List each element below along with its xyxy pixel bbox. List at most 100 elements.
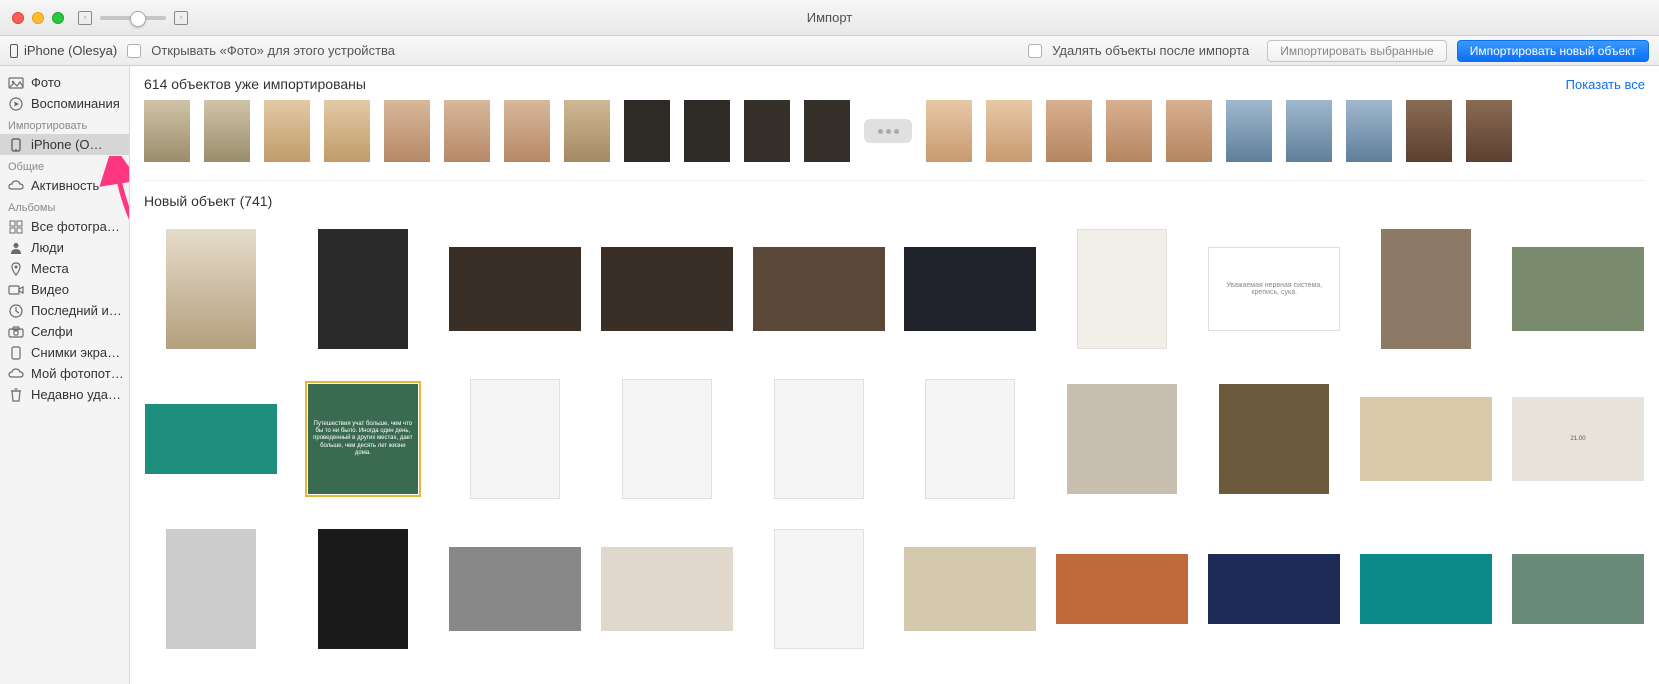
- content-area: 614 объектов уже импортированы Показать …: [130, 66, 1659, 684]
- import-selected-button[interactable]: Импортировать выбранные: [1267, 40, 1447, 62]
- device-icon: [8, 346, 24, 360]
- photo-thumbnail[interactable]: [449, 547, 581, 631]
- photo-thumbnail[interactable]: [384, 100, 430, 162]
- zoom-controls: ▫ ▫: [78, 11, 188, 25]
- photo-thumbnail[interactable]: [904, 247, 1036, 331]
- minimize-icon[interactable]: [32, 12, 44, 24]
- photo-thumbnail[interactable]: [601, 547, 733, 631]
- photo-thumbnail[interactable]: [1056, 554, 1188, 624]
- pin-icon: [8, 262, 24, 276]
- sidebar-item-label: Видео: [31, 282, 69, 297]
- new-objects-title: Новый объект (741): [144, 193, 1645, 209]
- photo-thumbnail[interactable]: [1208, 554, 1340, 624]
- sidebar-item-label: iPhone (O…: [31, 137, 103, 152]
- photo-thumbnail[interactable]: [204, 100, 250, 162]
- photo-thumbnail[interactable]: [264, 100, 310, 162]
- photo-thumbnail[interactable]: [1166, 100, 1212, 162]
- photo-thumbnail[interactable]: [1360, 397, 1492, 481]
- photo-thumbnail[interactable]: [601, 247, 733, 331]
- fullscreen-icon[interactable]: [52, 12, 64, 24]
- photo-thumbnail[interactable]: [753, 247, 885, 331]
- sidebar-item-screenshots[interactable]: Снимки экра…: [0, 342, 129, 363]
- delete-after-checkbox[interactable]: [1028, 44, 1042, 58]
- photo-thumbnail[interactable]: 21.00: [1512, 397, 1644, 481]
- photos-icon: [8, 76, 24, 90]
- photo-thumbnail[interactable]: [1360, 554, 1492, 624]
- sidebar-item-recent[interactable]: Последний и…: [0, 300, 129, 321]
- sidebar-item-selfie[interactable]: Селфи: [0, 321, 129, 342]
- device-label: iPhone (Olesya): [10, 43, 117, 58]
- sidebar-item-photostream[interactable]: Мой фотопот…: [0, 363, 129, 384]
- photo-thumbnail[interactable]: [744, 100, 790, 162]
- photo-thumbnail[interactable]: [449, 247, 581, 331]
- photo-thumbnail[interactable]: Уважаемая нервная система, крепись, сука…: [1208, 247, 1340, 331]
- sidebar-item-label: Фото: [31, 75, 61, 90]
- delete-after-label: Удалять объекты после импорта: [1052, 43, 1249, 58]
- more-ellipsis[interactable]: [864, 119, 912, 143]
- sidebar-item-label: Места: [31, 261, 69, 276]
- show-all-link[interactable]: Показать все: [1566, 77, 1645, 92]
- photo-thumbnail[interactable]: [470, 379, 560, 499]
- photo-thumbnail[interactable]: [1466, 100, 1512, 162]
- sidebar-item-label: Люди: [31, 240, 64, 255]
- photo-thumbnail[interactable]: [504, 100, 550, 162]
- sidebar-item-label: Воспоминания: [31, 96, 120, 111]
- open-photos-label: Открывать «Фото» для этого устройства: [151, 43, 395, 58]
- photo-thumbnail[interactable]: [774, 379, 864, 499]
- sidebar-item-recently-deleted[interactable]: Недавно уда…: [0, 384, 129, 405]
- clock-icon: [8, 304, 24, 318]
- photo-thumbnail[interactable]: [904, 547, 1036, 631]
- photo-thumbnail[interactable]: [166, 529, 256, 649]
- sidebar-item-memories[interactable]: Воспоминания: [0, 93, 129, 114]
- close-icon[interactable]: [12, 12, 24, 24]
- photo-thumbnail[interactable]: [804, 100, 850, 162]
- photo-thumbnail[interactable]: [1219, 384, 1329, 494]
- photo-thumbnail[interactable]: [166, 229, 256, 349]
- sidebar-item-photos[interactable]: Фото: [0, 72, 129, 93]
- photo-thumbnail[interactable]: Путешествия учат больше, чем что бы то н…: [308, 384, 418, 494]
- cloud-icon: [8, 179, 24, 193]
- photo-thumbnail[interactable]: [145, 404, 277, 474]
- photo-thumbnail[interactable]: [684, 100, 730, 162]
- sidebar-item-video[interactable]: Видео: [0, 279, 129, 300]
- trash-icon: [8, 388, 24, 402]
- photo-thumbnail[interactable]: [1226, 100, 1272, 162]
- photo-thumbnail[interactable]: [1106, 100, 1152, 162]
- photo-thumbnail[interactable]: [324, 100, 370, 162]
- window-controls: [0, 12, 64, 24]
- photo-thumbnail[interactable]: [444, 100, 490, 162]
- photo-thumbnail[interactable]: [318, 229, 408, 349]
- photo-thumbnail[interactable]: [1381, 229, 1471, 349]
- photo-thumbnail[interactable]: [1077, 229, 1167, 349]
- zoom-slider[interactable]: [100, 16, 166, 20]
- already-imported-strip: [144, 100, 1645, 181]
- sidebar-section-import: Импортировать: [0, 114, 129, 134]
- sidebar-item-iphone[interactable]: iPhone (O…: [0, 134, 129, 155]
- photo-thumbnail[interactable]: [926, 100, 972, 162]
- open-photos-checkbox[interactable]: [127, 44, 141, 58]
- photo-thumbnail[interactable]: [1512, 247, 1644, 331]
- zoom-out-icon[interactable]: ▫: [78, 11, 92, 25]
- photo-thumbnail[interactable]: [1067, 384, 1177, 494]
- photo-thumbnail[interactable]: [925, 379, 1015, 499]
- photo-thumbnail[interactable]: [1286, 100, 1332, 162]
- photo-thumbnail[interactable]: [318, 529, 408, 649]
- sidebar: Фото Воспоминания Импортировать iPhone (…: [0, 66, 130, 684]
- sidebar-item-label: Селфи: [31, 324, 73, 339]
- import-new-button[interactable]: Импортировать новый объект: [1457, 40, 1649, 62]
- photo-thumbnail[interactable]: [144, 100, 190, 162]
- zoom-in-icon[interactable]: ▫: [174, 11, 188, 25]
- photo-thumbnail[interactable]: [986, 100, 1032, 162]
- photo-thumbnail[interactable]: [622, 379, 712, 499]
- photo-thumbnail[interactable]: [1046, 100, 1092, 162]
- photo-thumbnail[interactable]: [1346, 100, 1392, 162]
- photo-thumbnail[interactable]: [564, 100, 610, 162]
- camera-icon: [8, 325, 24, 339]
- sidebar-item-label: Недавно уда…: [31, 387, 121, 402]
- photo-thumbnail[interactable]: [1512, 554, 1644, 624]
- photo-thumbnail[interactable]: [1406, 100, 1452, 162]
- sidebar-item-label: Активность: [31, 178, 99, 193]
- cloud-icon: [8, 367, 24, 381]
- photo-thumbnail[interactable]: [624, 100, 670, 162]
- photo-thumbnail[interactable]: [774, 529, 864, 649]
